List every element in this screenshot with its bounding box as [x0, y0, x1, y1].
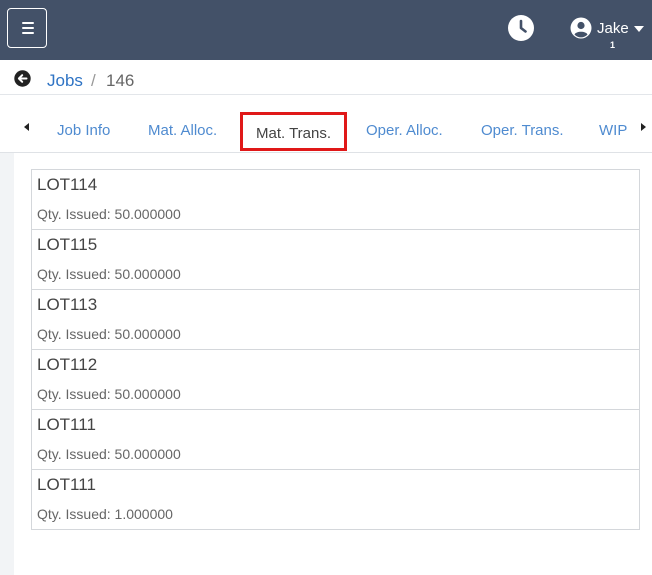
qty-issued: Qty. Issued: 1.000000 [37, 506, 173, 522]
lot-number: LOT114 [37, 175, 98, 194]
list-item[interactable]: LOT111 Qty. Issued: 1.000000 [31, 469, 640, 530]
chevron-down-icon [634, 26, 644, 32]
lot-number: LOT111 [37, 415, 96, 434]
lot-number: LOT115 [37, 235, 98, 254]
top-navbar: Jake 1 [0, 0, 652, 60]
qty-issued: Qty. Issued: 50.000000 [37, 266, 181, 282]
tab-oper-alloc[interactable]: Oper. Alloc. [366, 122, 443, 139]
list-item[interactable]: LOT111 Qty. Issued: 50.000000 [31, 409, 640, 470]
qty-issued: Qty. Issued: 50.000000 [37, 326, 181, 342]
menu-icon [22, 22, 34, 24]
notification-badge: 1 [610, 40, 616, 50]
list-item[interactable]: LOT112 Qty. Issued: 50.000000 [31, 349, 640, 410]
breadcrumb-separator: / [91, 71, 96, 90]
user-avatar-icon [570, 17, 592, 39]
tab-oper-trans[interactable]: Oper. Trans. [481, 122, 564, 139]
tab-wip[interactable]: WIP [599, 122, 627, 139]
side-gutter [0, 153, 14, 575]
breadcrumb: Jobs / 146 [0, 60, 652, 95]
lot-number: LOT112 [37, 355, 98, 374]
tab-mat-alloc[interactable]: Mat. Alloc. [148, 122, 217, 139]
list-item[interactable]: LOT114 Qty. Issued: 50.000000 [31, 169, 640, 230]
qty-issued: Qty. Issued: 50.000000 [37, 446, 181, 462]
lot-number: LOT111 [37, 475, 96, 494]
scroll-left-icon[interactable] [24, 123, 29, 131]
list-item[interactable]: LOT113 Qty. Issued: 50.000000 [31, 289, 640, 350]
qty-issued: Qty. Issued: 50.000000 [37, 206, 181, 222]
clock-icon[interactable] [507, 14, 535, 42]
lot-number: LOT113 [37, 295, 98, 314]
menu-icon-line [22, 27, 34, 29]
breadcrumb-current-job: 146 [106, 71, 135, 90]
breadcrumb-jobs-link[interactable]: Jobs [47, 71, 83, 91]
menu-icon-line [22, 32, 34, 34]
user-name: Jake [597, 20, 629, 37]
hamburger-menu-button[interactable] [7, 8, 47, 48]
material-transactions-list: LOT114 Qty. Issued: 50.000000 LOT115 Qty… [31, 169, 640, 530]
tab-job-info[interactable]: Job Info [57, 122, 110, 139]
scroll-right-icon[interactable] [641, 123, 646, 131]
job-tabs: Job Info Mat. Alloc. Mat. Trans. Oper. A… [0, 96, 652, 153]
tab-mat-trans[interactable]: Mat. Trans. [240, 112, 348, 151]
user-menu[interactable]: Jake 1 [570, 16, 646, 54]
list-item[interactable]: LOT115 Qty. Issued: 50.000000 [31, 229, 640, 290]
back-arrow-icon[interactable] [14, 70, 31, 87]
qty-issued: Qty. Issued: 50.000000 [37, 386, 181, 402]
